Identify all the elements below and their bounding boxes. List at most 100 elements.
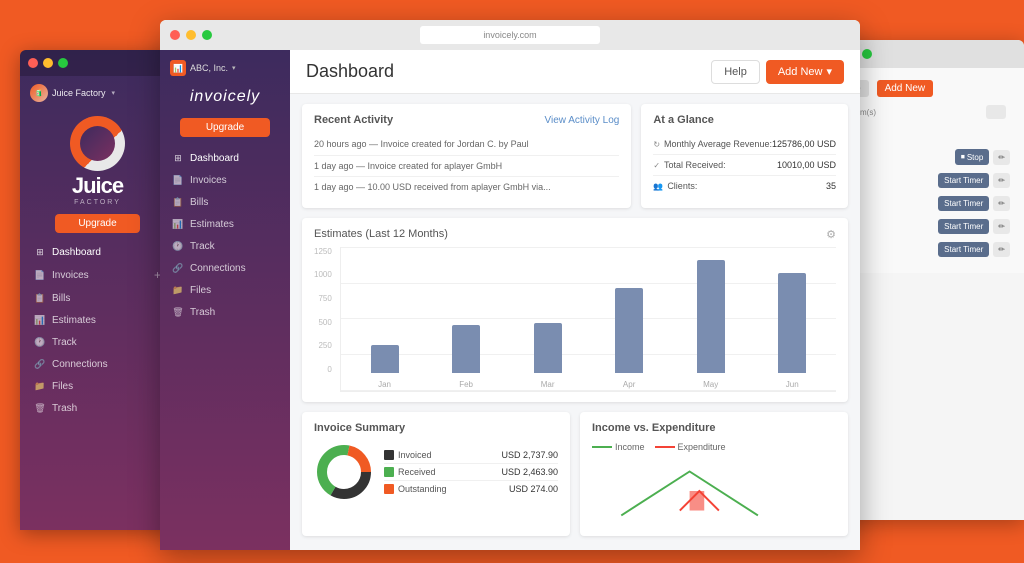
edit-button-1[interactable]: ✏	[993, 150, 1010, 165]
legend-items: Invoiced USD 2,737.90 Received USD 2,463…	[384, 447, 558, 497]
edit-button-4[interactable]: ✏	[993, 219, 1010, 234]
clients-icon: 👥	[653, 182, 663, 191]
left-nav-label-track: Track	[52, 337, 77, 348]
left-minimize-dot[interactable]	[43, 58, 53, 68]
x-label-jun: Jun	[758, 380, 826, 389]
topbar-actions: Help Add New ▾	[711, 60, 844, 84]
edit-button-2[interactable]: ✏	[993, 173, 1010, 188]
left-nav-item-track[interactable]: 🕐 Track	[20, 331, 175, 353]
files-icon: 📁	[34, 380, 46, 392]
refresh-icon: ↻	[653, 140, 660, 149]
left-nav-label-files: Files	[52, 381, 73, 392]
legend-received: Received USD 2,463.90	[384, 464, 558, 481]
chart-header: Estimates (Last 12 Months) ⚙	[314, 228, 836, 241]
sidebar-nav-item-connections[interactable]: 🔗 Connections	[160, 257, 290, 279]
check-icon: ✓	[653, 161, 660, 170]
income-legend-dot	[592, 446, 612, 448]
left-nav-item-trash[interactable]: 🗑 Trash	[20, 397, 175, 419]
timer-item-2: Start Timer ✏	[838, 173, 1010, 188]
sidebar-nav-item-track[interactable]: 🕐 Track	[160, 235, 290, 257]
sidebar-nav-label-dashboard: Dashboard	[190, 153, 239, 164]
left-nav-item-bills[interactable]: 📋 Bills	[20, 287, 175, 309]
sidebar-nav-label-trash: Trash	[190, 307, 215, 318]
chart-bar-group-feb	[432, 248, 500, 373]
at-a-glance-card: At a Glance ↻ Monthly Average Revenue: 1…	[641, 104, 848, 208]
income-card: Income vs. Expenditure Income Expenditur…	[580, 412, 848, 536]
left-upgrade-button[interactable]: Upgrade	[55, 214, 140, 233]
recent-activity-title: Recent Activity	[314, 114, 393, 126]
main-minimize-dot[interactable]	[186, 30, 196, 40]
sidebar-nav-label-track: Track	[190, 241, 215, 252]
chart-bar-jun	[778, 273, 806, 373]
main-maximize-dot[interactable]	[202, 30, 212, 40]
sidebar-upgrade-button[interactable]: Upgrade	[180, 118, 270, 137]
left-nav-label-estimates: Estimates	[52, 315, 96, 326]
connections-icon: 🔗	[34, 358, 46, 370]
sidebar-nav-label-bills: Bills	[190, 197, 208, 208]
sidebar-track-icon: 🕐	[172, 240, 184, 252]
bottom-row: Invoice Summary Invoiced	[302, 412, 848, 536]
x-label-jan: Jan	[351, 380, 419, 389]
chart-bar-may	[697, 260, 725, 373]
glance-row-revenue: ↻ Monthly Average Revenue: 125786,00 USD	[653, 134, 836, 155]
glance-row-clients: 👥 Clients: 35	[653, 176, 836, 196]
y-label-1250: 1250	[314, 247, 332, 256]
received-value: USD 2,463.90	[501, 467, 558, 477]
left-nav-item-connections[interactable]: 🔗 Connections	[20, 353, 175, 375]
start-timer-button-2[interactable]: Start Timer	[938, 173, 989, 188]
income-chart-area	[592, 456, 836, 526]
sidebar-nav-item-trash[interactable]: 🗑 Trash	[160, 301, 290, 323]
y-label-250: 250	[314, 341, 332, 350]
gear-icon[interactable]: ⚙	[826, 228, 836, 241]
chart-title: Estimates (Last 12 Months)	[314, 228, 448, 240]
sidebar-nav-item-dashboard[interactable]: ⊞ Dashboard	[160, 147, 290, 169]
help-button[interactable]: Help	[711, 60, 760, 84]
timer-item-1: ⏹ Stop ✏	[838, 149, 1010, 165]
left-window: 🧃 Juice Factory ▾ Juice FACTORY Upgrade …	[20, 50, 175, 530]
left-nav-item-files[interactable]: 📁 Files	[20, 375, 175, 397]
add-new-button[interactable]: Add New ▾	[766, 60, 844, 84]
glance-received-label: ✓ Total Received:	[653, 160, 725, 170]
main-window-titlebar: invoicely.com	[160, 20, 860, 50]
stop-button-1[interactable]: ⏹ Stop	[955, 149, 989, 165]
view-activity-log-link[interactable]: View Activity Log	[544, 115, 619, 126]
left-nav-item-estimates[interactable]: 📊 Estimates	[20, 309, 175, 331]
sidebar-dashboard-icon: ⊞	[172, 152, 184, 164]
juice-logo-area: Juice FACTORY	[20, 110, 175, 214]
back-add-new-button[interactable]: Add New	[877, 80, 934, 97]
estimates-icon: 📊	[34, 314, 46, 326]
sidebar-files-icon: 📁	[172, 284, 184, 296]
income-header: Income vs. Expenditure	[592, 422, 836, 434]
recent-activity-card: Recent Activity View Activity Log 20 hou…	[302, 104, 631, 208]
start-timer-button-3[interactable]: Start Timer	[938, 196, 989, 211]
edit-button-3[interactable]: ✏	[993, 196, 1010, 211]
left-nav-item-dashboard[interactable]: ⊞ Dashboard	[20, 241, 175, 263]
edit-button-5[interactable]: ✏	[993, 242, 1010, 257]
main-close-dot[interactable]	[170, 30, 180, 40]
sidebar-nav-item-invoices[interactable]: 📄 Invoices	[160, 169, 290, 191]
left-maximize-dot[interactable]	[58, 58, 68, 68]
url-bar[interactable]: invoicely.com	[420, 26, 600, 44]
x-label-may: May	[677, 380, 745, 389]
grid-line-5	[341, 390, 836, 391]
start-timer-button-4[interactable]: Start Timer	[938, 219, 989, 234]
legend-outstanding: Outstanding USD 274.00	[384, 481, 558, 497]
sidebar-nav-item-files[interactable]: 📁 Files	[160, 279, 290, 301]
left-nav-item-invoices[interactable]: 📄 Invoices +	[20, 263, 175, 287]
left-close-dot[interactable]	[28, 58, 38, 68]
sidebar-nav-item-estimates[interactable]: 📊 Estimates	[160, 213, 290, 235]
glance-row-received: ✓ Total Received: 10010,00 USD	[653, 155, 836, 176]
search-box[interactable]	[986, 105, 1006, 119]
left-company-header[interactable]: 🧃 Juice Factory ▾	[20, 76, 175, 110]
left-company-arrow: ▾	[112, 89, 116, 97]
sidebar-company[interactable]: 📊 ABC, Inc. ▾	[170, 60, 236, 76]
sidebar-nav: ⊞ Dashboard 📄 Invoices 📋 Bills 📊 Estimat…	[160, 147, 290, 550]
start-timer-button-5[interactable]: Start Timer	[938, 242, 989, 257]
donut-area: Invoiced USD 2,737.90 Received USD 2,463…	[314, 442, 558, 502]
income-legend-item-income: Income	[592, 442, 645, 452]
chart-bar-group-jan	[351, 248, 419, 373]
estimates-chart-card: Estimates (Last 12 Months) ⚙ 1250 1000 7…	[302, 218, 848, 402]
maximize-dot[interactable]	[862, 49, 872, 59]
legend-received-label: Received	[384, 467, 436, 477]
sidebar-nav-item-bills[interactable]: 📋 Bills	[160, 191, 290, 213]
